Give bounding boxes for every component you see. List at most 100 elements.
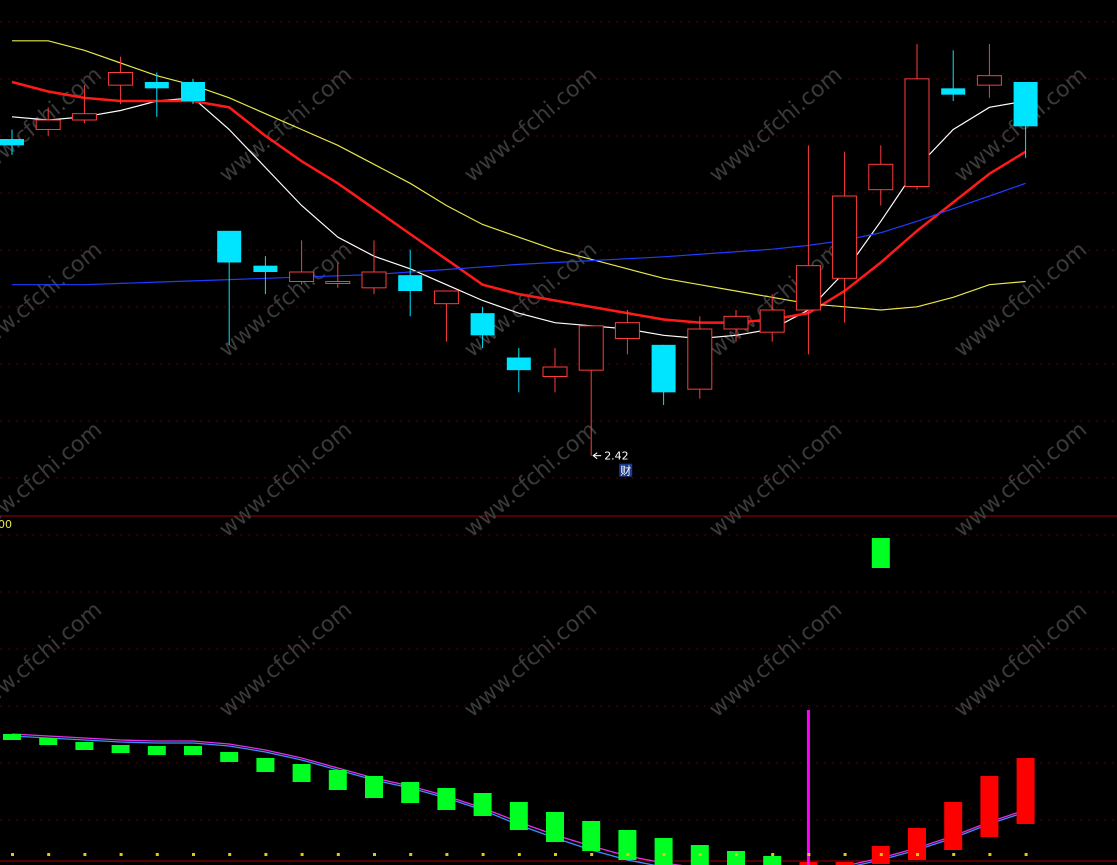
indicator-bar (582, 821, 601, 851)
indicator-bar (980, 776, 999, 837)
time-axis-dot (662, 853, 666, 856)
candle (506, 348, 531, 393)
time-axis-dot (771, 853, 775, 856)
indicator-bar (111, 745, 130, 753)
candle-body (651, 344, 676, 393)
watermark-text: www.cfchi.com (950, 237, 1092, 362)
watermark-text: www.cfchi.com (0, 237, 107, 362)
candle (976, 44, 1002, 98)
candle-body (506, 357, 531, 371)
indicator-bar (220, 752, 239, 762)
watermark-text: www.cfchi.com (0, 597, 107, 722)
time-axis-dot (554, 853, 557, 856)
time-axis-dot (11, 853, 14, 856)
indicator-axis-label: 00 (0, 518, 12, 531)
indicator-bar (654, 838, 673, 865)
candle (181, 78, 205, 105)
time-axis-dot (373, 853, 376, 856)
candle (144, 72, 169, 117)
time-axis-dot (843, 853, 847, 856)
candle-body (470, 313, 495, 336)
candle-body (614, 322, 640, 339)
candle-body (71, 113, 97, 121)
watermark-text: www.cfchi.com (950, 597, 1092, 722)
watermark-text: www.cfchi.com (215, 597, 357, 722)
watermark-text: www.cfchi.com (705, 237, 847, 362)
indicator-panel: 00 (0, 518, 1035, 865)
watermark-text: www.cfchi.com (215, 62, 357, 187)
time-axis-dot (47, 853, 51, 856)
candle (868, 145, 894, 206)
candle-body (904, 78, 930, 187)
watermark-text: www.cfchi.com (215, 417, 357, 542)
indicator-bar (292, 764, 311, 782)
time-axis-dot (626, 853, 630, 856)
watermark-text: www.cfchi.com (950, 417, 1092, 542)
indicator-bar (509, 802, 528, 830)
candle-body (433, 290, 459, 305)
watermark-text: www.cfchi.com (705, 597, 847, 722)
time-axis-dot (83, 853, 87, 856)
candle-body (832, 195, 858, 279)
low-marker-label: 2.42 (604, 450, 629, 463)
candle-body (578, 325, 604, 371)
indicator-bar (3, 734, 21, 740)
time-axis-dot (228, 853, 232, 856)
candle (941, 50, 966, 101)
time-axis-dot (590, 853, 594, 856)
candle-body (542, 366, 568, 377)
candle (108, 56, 134, 105)
indicator-bar (401, 782, 420, 803)
candle-body (144, 82, 169, 89)
candle-body (1013, 82, 1038, 127)
candle-body (723, 315, 749, 330)
candle-body (976, 75, 1002, 86)
candle (542, 348, 568, 393)
candle-body (325, 281, 351, 284)
candle-body (398, 275, 423, 291)
indicator-bar (365, 776, 383, 798)
candle (433, 290, 459, 342)
time-axis-dot (916, 853, 919, 856)
candle-body (0, 139, 24, 146)
time-axis-dot (445, 853, 449, 856)
indicator-line-blue (11, 735, 1026, 865)
candle-body (361, 271, 387, 289)
time-axis-dot (409, 853, 413, 856)
watermark-text: www.cfchi.com (705, 417, 847, 542)
watermark-text: www.cfchi.com (460, 417, 602, 542)
candle-body (35, 119, 61, 130)
watermark-text: www.cfchi.com (0, 417, 107, 542)
watermark-text: www.cfchi.com (460, 62, 602, 187)
candle-body (253, 265, 278, 272)
candle-body (181, 82, 205, 101)
time-axis-dot (155, 853, 159, 856)
candle-body (759, 309, 785, 333)
candle-body (108, 72, 134, 86)
indicator-bar (256, 758, 275, 772)
time-axis-dot (735, 853, 738, 856)
candle (651, 344, 676, 405)
candle (253, 256, 278, 295)
price-panel: 2.42财 (0, 40, 1038, 478)
time-axis-dot (807, 853, 811, 856)
indicator-bar (437, 788, 456, 810)
indicator-bar (328, 770, 347, 790)
candle-body (289, 271, 315, 282)
indicator-bar (1016, 758, 1035, 824)
indicator-bar (147, 746, 166, 755)
stock-chart: www.cfchi.com www.cfchi.com www.cfchi.com w… (0, 21, 1117, 865)
indicator-bar (39, 738, 58, 745)
time-axis-dot (1024, 853, 1028, 856)
time-axis-dot (264, 853, 268, 856)
watermark-text: www.cfchi.com (705, 62, 847, 187)
time-axis-dot (517, 853, 521, 856)
candle (614, 310, 640, 355)
time-axis-dot (481, 853, 485, 856)
candle-body (217, 230, 242, 263)
candle (398, 249, 423, 317)
candle (904, 44, 930, 190)
time-axis-dot (300, 853, 304, 856)
indicator-top-bar (871, 538, 890, 568)
time-axis-dot (119, 853, 123, 856)
